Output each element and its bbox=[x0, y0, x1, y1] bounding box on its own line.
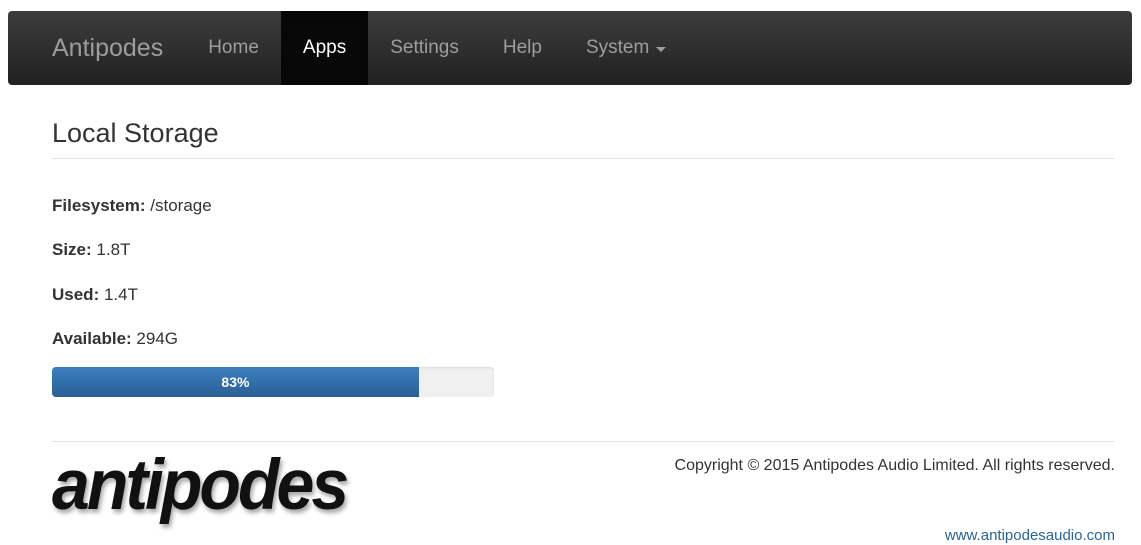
nav-item-apps[interactable]: Apps bbox=[280, 11, 369, 85]
size-label: Size: bbox=[52, 240, 92, 259]
header-divider bbox=[52, 158, 1115, 159]
storage-usage-progress: 83% bbox=[52, 367, 494, 397]
website-link[interactable]: www.antipodesaudio.com bbox=[945, 527, 1115, 544]
filesystem-info: Filesystem: /storage bbox=[52, 196, 212, 216]
filesystem-value: /storage bbox=[150, 196, 212, 215]
copyright-text: Copyright © 2015 Antipodes Audio Limited… bbox=[674, 457, 1115, 474]
filesystem-label: Filesystem: bbox=[52, 196, 146, 215]
top-navbar: Antipodes Home Apps Settings Help System bbox=[8, 11, 1132, 85]
nav-item-system-label: System bbox=[585, 37, 650, 58]
caret-down-icon bbox=[656, 46, 667, 52]
available-value: 294G bbox=[136, 329, 179, 348]
storage-usage-bar: 83% bbox=[52, 367, 419, 397]
used-label: Used: bbox=[52, 285, 100, 304]
size-info: Size: 1.8T bbox=[52, 240, 130, 260]
size-value: 1.8T bbox=[96, 240, 131, 259]
nav-item-system[interactable]: System bbox=[564, 11, 688, 85]
page-title: Local Storage bbox=[52, 118, 219, 148]
footer-divider bbox=[52, 441, 1115, 442]
navbar-brand[interactable]: Antipodes bbox=[8, 11, 186, 85]
available-label: Available: bbox=[52, 329, 132, 348]
nav-item-home[interactable]: Home bbox=[186, 11, 281, 85]
used-value: 1.4T bbox=[103, 285, 138, 304]
nav-item-settings[interactable]: Settings bbox=[368, 11, 481, 85]
antipodes-logo: antipodes bbox=[52, 445, 349, 525]
available-info: Available: 294G bbox=[52, 329, 178, 349]
used-info: Used: 1.4T bbox=[52, 285, 138, 305]
nav-item-help[interactable]: Help bbox=[481, 11, 564, 85]
